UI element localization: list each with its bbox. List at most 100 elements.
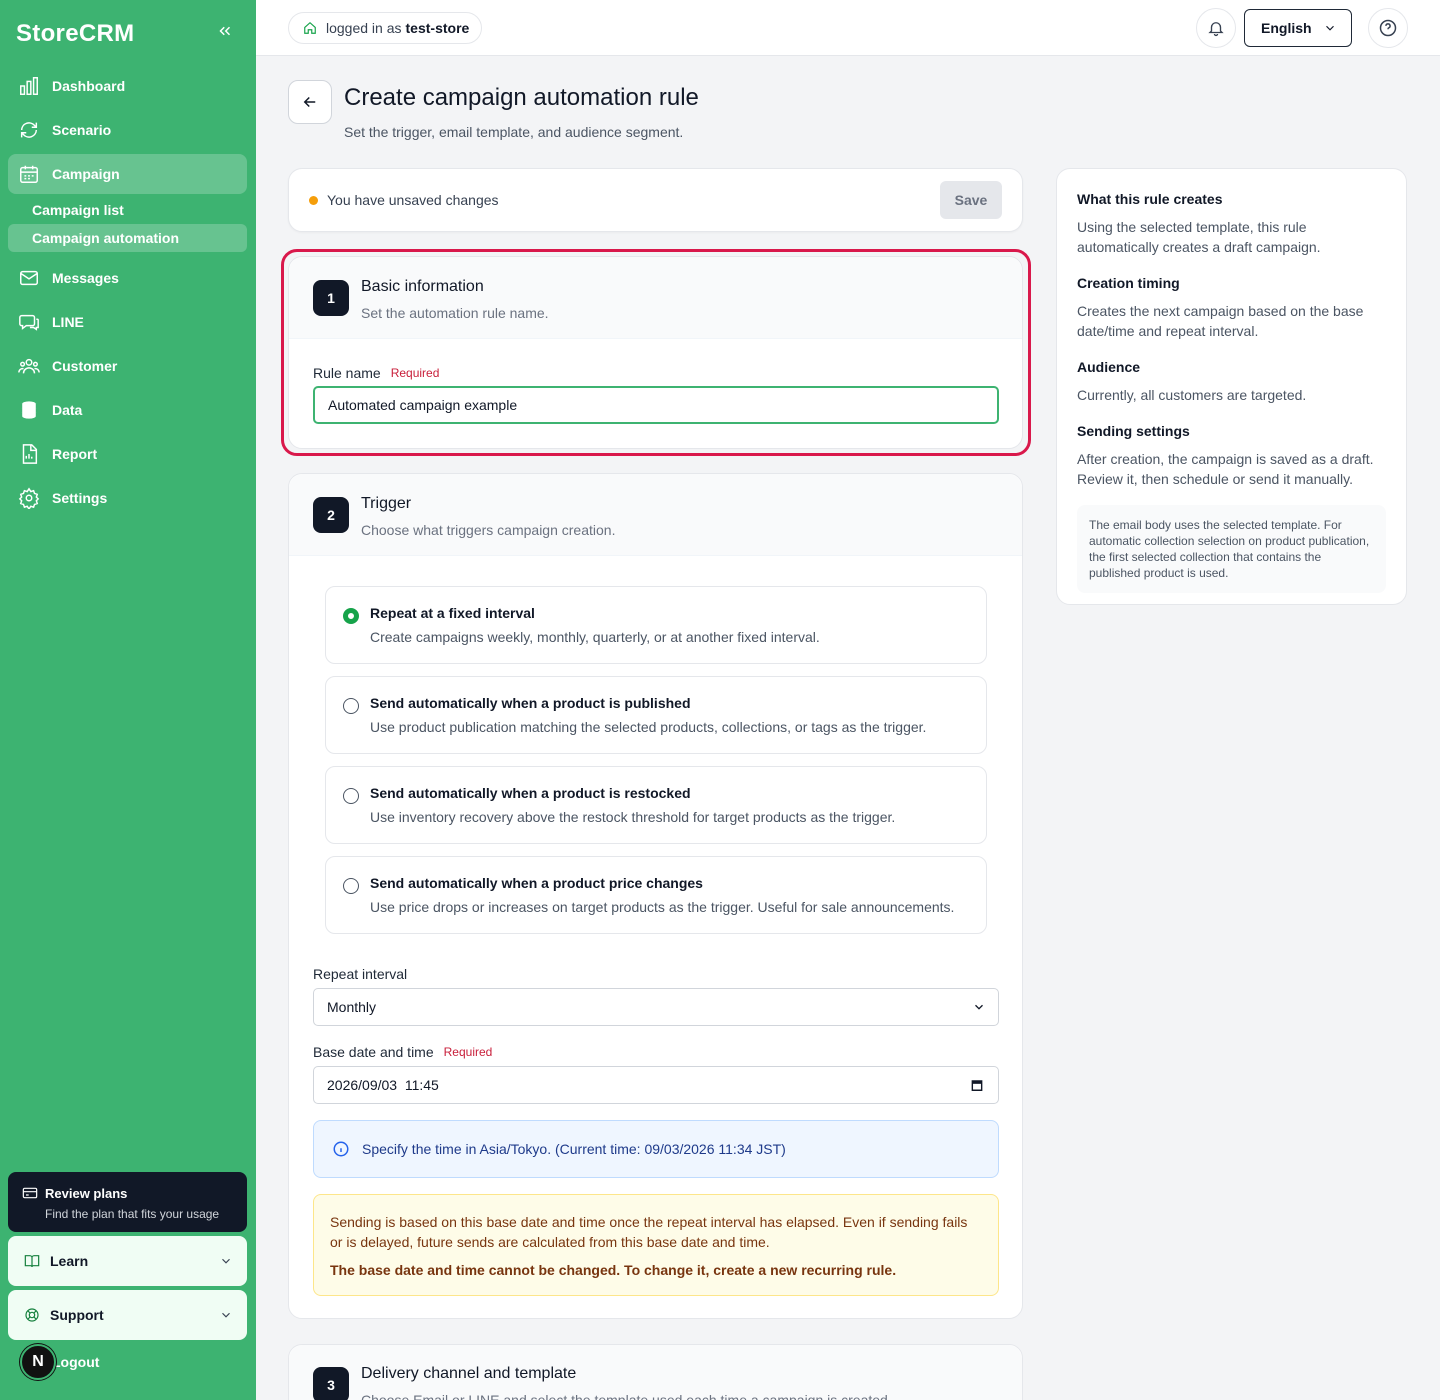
summary-heading: Audience — [1077, 359, 1141, 375]
calendar-icon[interactable] — [970, 1078, 984, 1092]
unsaved-indicator — [309, 195, 318, 205]
sidebar-item-customer[interactable]: Customer — [8, 346, 247, 386]
sidebar-item-messages[interactable]: Messages — [8, 258, 247, 298]
base-date-value: 2026/09/03 11:45 — [327, 1077, 439, 1093]
credit-card-icon — [22, 1187, 38, 1199]
summary-heading: What this rule creates — [1077, 191, 1223, 207]
avatar: N — [20, 1344, 56, 1380]
summary-heading: Creation timing — [1077, 275, 1180, 291]
sidebar-item-label: Messages — [52, 270, 119, 286]
database-icon — [21, 400, 37, 420]
repeat-interval-value: Monthly — [327, 999, 377, 1015]
timezone-info: Specify the time in Asia/Tokyo. (Current… — [313, 1120, 999, 1178]
timezone-info-text: Specify the time in Asia/Tokyo. (Current… — [362, 1141, 786, 1157]
book-icon — [24, 1255, 40, 1268]
section-delivery-channel: 3 Delivery channel and template Choose E… — [288, 1344, 1023, 1400]
trigger-option-fixed-interval[interactable]: Repeat at a fixed interval Create campai… — [325, 586, 987, 664]
section-number: 3 — [313, 1367, 349, 1400]
page-subtitle: Set the trigger, email template, and aud… — [344, 124, 684, 140]
radio[interactable] — [343, 788, 359, 804]
store-prefix: logged in as — [326, 20, 402, 36]
info-icon — [333, 1141, 349, 1157]
support-accordion[interactable]: Support — [8, 1290, 247, 1340]
sidebar-item-scenario[interactable]: Scenario — [8, 110, 247, 150]
sidebar-item-report[interactable]: Report — [8, 434, 247, 474]
sidebar-item-settings[interactable]: Settings — [8, 478, 247, 518]
help-button[interactable] — [1368, 8, 1408, 48]
gear-icon — [18, 487, 40, 509]
arrow-left-icon — [303, 96, 316, 108]
calendar-icon — [20, 165, 38, 183]
sidebar-item-label: Data — [52, 402, 83, 418]
store-badge: logged in as test-store — [288, 12, 483, 44]
chevron-down-icon — [222, 1258, 230, 1264]
sidebar-item-label: LINE — [52, 314, 84, 330]
sidebar-subitem-campaign-list[interactable]: Campaign list — [8, 196, 247, 224]
logout-button[interactable]: N Logout — [20, 1344, 99, 1380]
option-description: Use price drops or increases on target p… — [370, 899, 955, 915]
summary-note: The email body uses the selected templat… — [1077, 505, 1386, 593]
brand-logo: StoreCRM — [16, 20, 135, 47]
section-header: 3 Delivery channel and template Choose E… — [289, 1345, 1022, 1400]
trigger-option-product-restocked[interactable]: Send automatically when a product is res… — [325, 766, 987, 844]
bell-icon — [1208, 22, 1224, 37]
repeat-interval-select[interactable]: Monthly — [313, 988, 999, 1026]
section-subtitle: Choose Email or LINE and select the temp… — [361, 1392, 892, 1400]
sidebar-item-label: Scenario — [52, 122, 112, 138]
base-date-label: Base date and time Required — [313, 1044, 492, 1060]
summary-text: Currently, all customers are targeted. — [1077, 387, 1307, 403]
promo-title: Review plans — [45, 1185, 128, 1201]
option-title: Send automatically when a product price … — [370, 875, 703, 891]
sidebar-item-dashboard[interactable]: Dashboard — [8, 66, 247, 106]
section-subtitle: Choose what triggers campaign creation. — [361, 522, 616, 538]
radio-selected[interactable] — [343, 608, 359, 624]
warning-text: Sending is based on this base date and t… — [330, 1214, 968, 1250]
chevron-down-icon — [975, 1004, 983, 1010]
option-description: Use product publication matching the sel… — [370, 719, 927, 735]
help-icon — [1379, 19, 1397, 37]
base-date-warning: Sending is based on this base date and t… — [313, 1194, 999, 1296]
required-badge: Required — [443, 1045, 493, 1059]
base-date-input[interactable]: 2026/09/03 11:45 — [313, 1066, 999, 1104]
sidebar-item-label: Report — [52, 446, 98, 462]
sidebar-item-campaign[interactable]: Campaign — [8, 154, 247, 194]
sidebar-item-label: Campaign — [52, 166, 120, 182]
page-title: Create campaign automation rule — [344, 84, 699, 111]
section-header: 2 Trigger Choose what triggers campaign … — [289, 474, 1022, 556]
warning-bold: The base date and time cannot be changed… — [330, 1262, 897, 1278]
home-icon — [304, 21, 316, 34]
unsaved-changes-bar: You have unsaved changes Save — [288, 168, 1023, 232]
summary-heading: Sending settings — [1077, 423, 1190, 439]
summary-text: Using the selected template, this rule a… — [1077, 219, 1321, 255]
repeat-interval-label: Repeat interval — [313, 966, 408, 982]
rule-summary-panel: What this rule creates Using the selecte… — [1056, 168, 1407, 605]
collapse-sidebar-icon[interactable] — [216, 22, 234, 46]
option-description: Create campaigns weekly, monthly, quarte… — [370, 629, 820, 645]
back-button[interactable] — [288, 80, 332, 124]
unsaved-text: You have unsaved changes — [327, 192, 499, 208]
users-icon — [18, 358, 40, 374]
radio[interactable] — [343, 698, 359, 714]
language-select[interactable]: English — [1244, 9, 1352, 47]
sidebar-item-data[interactable]: Data — [8, 390, 247, 430]
chevron-down-icon — [1326, 25, 1334, 31]
option-title: Send automatically when a product is res… — [370, 785, 691, 801]
mail-icon — [20, 270, 38, 286]
refresh-icon — [20, 122, 38, 138]
section-title: Delivery channel and template — [361, 1365, 577, 1382]
trigger-option-price-change[interactable]: Send automatically when a product price … — [325, 856, 987, 934]
lifebuoy-icon — [25, 1308, 39, 1322]
review-plans-card[interactable]: Review plans Find the plan that fits you… — [8, 1172, 247, 1232]
sidebar-subitem-campaign-automation[interactable]: Campaign automation — [8, 224, 247, 252]
sidebar-item-line[interactable]: LINE — [8, 302, 247, 342]
radio[interactable] — [343, 878, 359, 894]
save-button[interactable]: Save — [940, 181, 1002, 219]
promo-title-row: Review plans — [22, 1185, 233, 1201]
sidebar-nav: Dashboard Scenario Campaign Campaign lis… — [8, 66, 247, 522]
highlight-outline — [281, 249, 1031, 456]
notifications-button[interactable] — [1196, 8, 1236, 48]
trigger-option-product-published[interactable]: Send automatically when a product is pub… — [325, 676, 987, 754]
learn-accordion[interactable]: Learn — [8, 1236, 247, 1286]
summary-text: After creation, the campaign is saved as… — [1077, 451, 1374, 487]
report-icon — [22, 444, 38, 464]
